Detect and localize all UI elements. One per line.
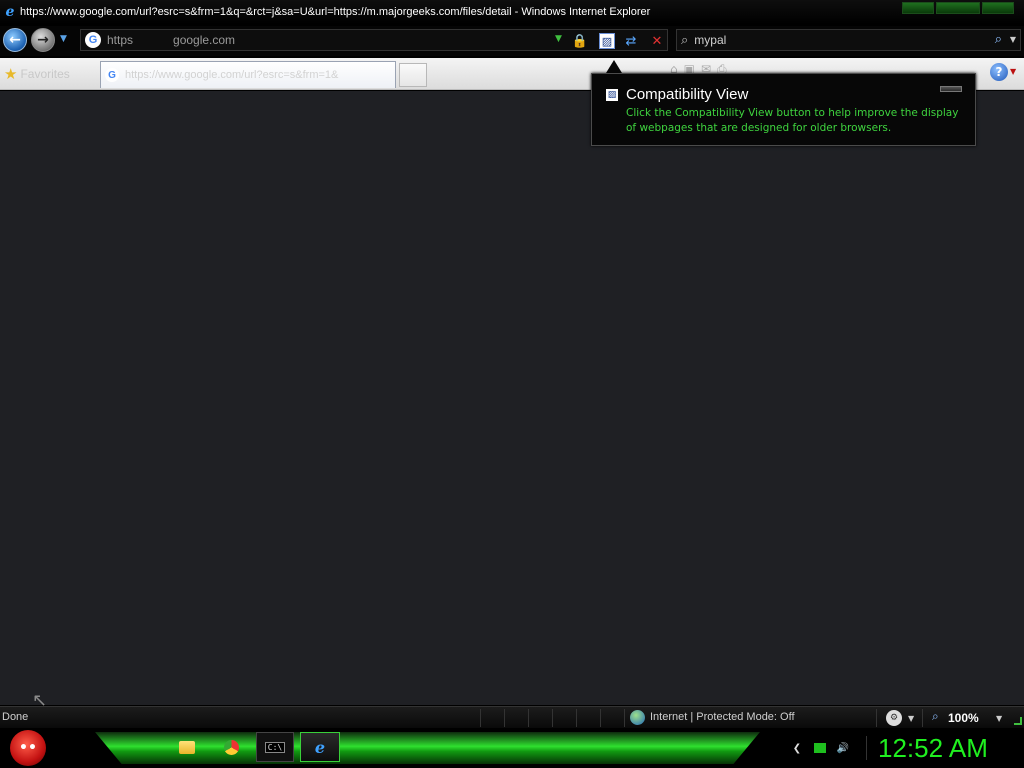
status-bar: Done Internet | Protected Mode: Off ⚙ ▼ …: [0, 706, 1024, 728]
system-tray: ❮ 🔊: [790, 741, 850, 755]
maximize-button[interactable]: [936, 2, 980, 14]
back-button[interactable]: ←: [3, 28, 27, 52]
address-dropdown-icon[interactable]: ▼: [555, 34, 562, 44]
internet-zone-icon[interactable]: [630, 710, 645, 725]
search-icon[interactable]: ⌕: [995, 32, 1002, 47]
star-icon: ★: [4, 66, 18, 83]
security-zone-text[interactable]: Internet | Protected Mode: Off: [650, 711, 795, 723]
search-options-dropdown[interactable]: ▼: [1010, 35, 1016, 44]
popup-pointer: [606, 60, 622, 73]
search-input[interactable]: mypal: [694, 33, 726, 47]
volume-icon[interactable]: 🔊: [836, 741, 850, 755]
status-divider: [624, 709, 625, 727]
stop-icon[interactable]: ✕: [649, 33, 665, 49]
popup-title: Compatibility View: [626, 86, 749, 103]
add-ons-icon[interactable]: ⚙: [886, 710, 902, 726]
popup-body: Click the Compatibility View button to h…: [626, 107, 959, 134]
compatibility-view-icon: ▨: [606, 89, 618, 101]
status-divider: [552, 709, 553, 727]
new-tab-button[interactable]: [399, 63, 427, 87]
window-title: https://www.google.com/url?esrc=s&frm=1&…: [20, 6, 651, 18]
chrome-icon[interactable]: [218, 734, 244, 760]
status-divider: [504, 709, 505, 727]
ie-logo-icon: e: [5, 4, 15, 20]
zoom-level[interactable]: 100%: [948, 711, 979, 725]
tray-chevron-icon[interactable]: ❮: [790, 741, 804, 755]
recent-pages-dropdown[interactable]: ▼: [60, 34, 67, 44]
status-divider: [480, 709, 481, 727]
search-box[interactable]: ⌕ mypal ⌕ ▼: [676, 29, 1021, 51]
popup-close-button[interactable]: [940, 86, 962, 92]
close-button[interactable]: [982, 2, 1014, 14]
address-scheme: https: [107, 33, 134, 47]
status-divider: [576, 709, 577, 727]
add-ons-dropdown[interactable]: ▼: [908, 714, 914, 723]
address-bar[interactable]: G https google.com ▼ 🔒 ▨ ⇄ ✕: [80, 29, 668, 51]
favorites-label: Favorites: [20, 67, 70, 81]
network-icon[interactable]: [814, 743, 826, 753]
favorites-button[interactable]: ★ Favorites: [4, 63, 70, 85]
tab-title: https://www.google.com/url?esrc=s&frm=1&: [125, 69, 339, 81]
minimize-button[interactable]: [902, 2, 934, 14]
help-dropdown[interactable]: ▼: [1010, 67, 1016, 76]
help-icon[interactable]: ?: [990, 63, 1008, 81]
status-divider: [528, 709, 529, 727]
lock-icon[interactable]: 🔒: [572, 33, 588, 49]
status-text: Done: [2, 711, 29, 723]
compatibility-view-icon[interactable]: ▨: [599, 33, 615, 49]
resize-grip[interactable]: [1014, 717, 1022, 725]
google-favicon-icon: G: [105, 68, 119, 82]
title-bar: e https://www.google.com/url?esrc=s&frm=…: [0, 0, 1024, 24]
page-content[interactable]: [0, 91, 1024, 705]
navigation-bar: ← → ▼ G https google.com ▼ 🔒 ▨ ⇄ ✕ ⌕ myp…: [0, 26, 1024, 56]
command-prompt-icon[interactable]: [256, 732, 294, 762]
zoom-dropdown[interactable]: ▼: [996, 714, 1002, 723]
start-button[interactable]: ••: [10, 730, 46, 766]
forward-button[interactable]: →: [31, 28, 55, 52]
address-domain: google.com: [173, 33, 236, 47]
taskbar: •• e ❮ 🔊 12:52 AM: [0, 728, 1024, 768]
google-favicon-icon: G: [85, 32, 101, 48]
clock[interactable]: 12:52 AM: [878, 733, 988, 764]
internet-explorer-icon[interactable]: e: [300, 732, 340, 762]
status-divider: [922, 709, 923, 727]
window-controls: [902, 2, 1014, 14]
compatibility-view-popup: ▨ Compatibility View Click the Compatibi…: [591, 73, 976, 146]
refresh-icon[interactable]: ⇄: [623, 33, 639, 49]
status-divider: [600, 709, 601, 727]
tray-divider: [866, 736, 867, 760]
folder-icon[interactable]: [174, 734, 200, 760]
status-divider: [876, 709, 877, 727]
search-provider-icon: ⌕: [681, 32, 689, 48]
zoom-icon[interactable]: ⌕: [932, 709, 939, 724]
tab-google[interactable]: G https://www.google.com/url?esrc=s&frm=…: [100, 61, 396, 88]
